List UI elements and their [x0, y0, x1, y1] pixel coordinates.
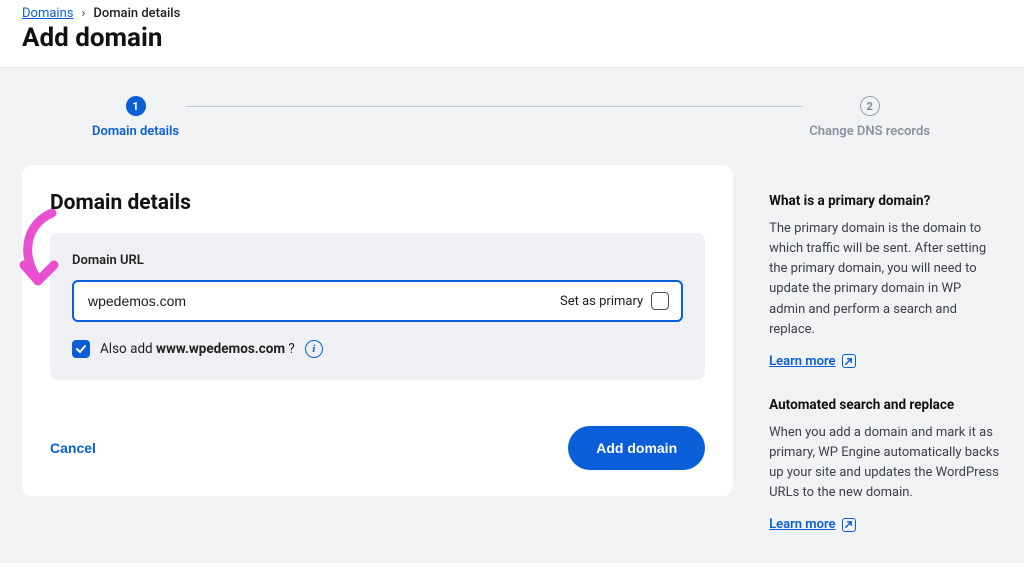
also-add-row: Also add www.wpedemos.com ? i: [72, 340, 683, 358]
step-label: Change DNS records: [809, 124, 930, 139]
step-number-badge: 2: [860, 96, 880, 116]
learn-more-link[interactable]: Learn more: [769, 354, 855, 369]
breadcrumb-root-link[interactable]: Domains: [22, 6, 73, 21]
step-domain-details[interactable]: 1 Domain details: [92, 96, 179, 139]
stepper: 1 Domain details 2 Change DNS records: [22, 92, 1000, 165]
check-icon: [75, 343, 87, 355]
add-domain-button[interactable]: Add domain: [568, 426, 705, 470]
side-section-search-replace: Automated search and replace When you ad…: [769, 397, 1000, 533]
info-icon[interactable]: i: [305, 340, 323, 358]
cancel-button[interactable]: Cancel: [50, 440, 96, 456]
set-primary-label: Set as primary: [560, 294, 643, 309]
external-link-icon: [842, 518, 856, 532]
step-label: Domain details: [92, 124, 179, 139]
learn-more-link[interactable]: Learn more: [769, 517, 855, 532]
content-area: 1 Domain details 2 Change DNS records Do…: [0, 68, 1024, 563]
main-row: Domain details Domain URL Set as primary: [22, 165, 1000, 560]
domain-details-card: Domain details Domain URL Set as primary: [22, 165, 733, 496]
side-heading: Automated search and replace: [769, 397, 1000, 413]
side-heading: What is a primary domain?: [769, 193, 1000, 209]
domain-url-field-block: Domain URL Set as primary Also add www.w…: [50, 233, 705, 380]
also-add-text: Also add www.wpedemos.com ?: [100, 341, 295, 357]
side-text: When you add a domain and mark it as pri…: [769, 423, 1000, 504]
card-actions: Cancel Add domain: [50, 426, 705, 470]
set-primary-checkbox[interactable]: [651, 292, 669, 310]
step-number-badge: 1: [126, 96, 146, 116]
set-primary-group: Set as primary: [560, 292, 669, 310]
breadcrumb-separator: ›: [81, 6, 85, 21]
breadcrumb-current: Domain details: [93, 6, 180, 21]
help-sidebar: What is a primary domain? The primary do…: [769, 165, 1000, 560]
breadcrumb: Domains › Domain details: [22, 6, 1002, 21]
external-link-icon: [842, 354, 856, 368]
side-section-primary-domain: What is a primary domain? The primary do…: [769, 193, 1000, 369]
also-add-checkbox[interactable]: [72, 340, 90, 358]
stepper-line: [185, 106, 803, 107]
page-title: Add domain: [22, 23, 1002, 53]
domain-url-input[interactable]: [88, 293, 560, 309]
step-change-dns: 2 Change DNS records: [809, 96, 930, 139]
page-header: Domains › Domain details Add domain: [0, 0, 1024, 68]
side-text: The primary domain is the domain to whic…: [769, 219, 1000, 340]
domain-url-label: Domain URL: [72, 253, 683, 268]
domain-url-input-wrap[interactable]: Set as primary: [72, 280, 683, 322]
card-title: Domain details: [50, 191, 705, 215]
